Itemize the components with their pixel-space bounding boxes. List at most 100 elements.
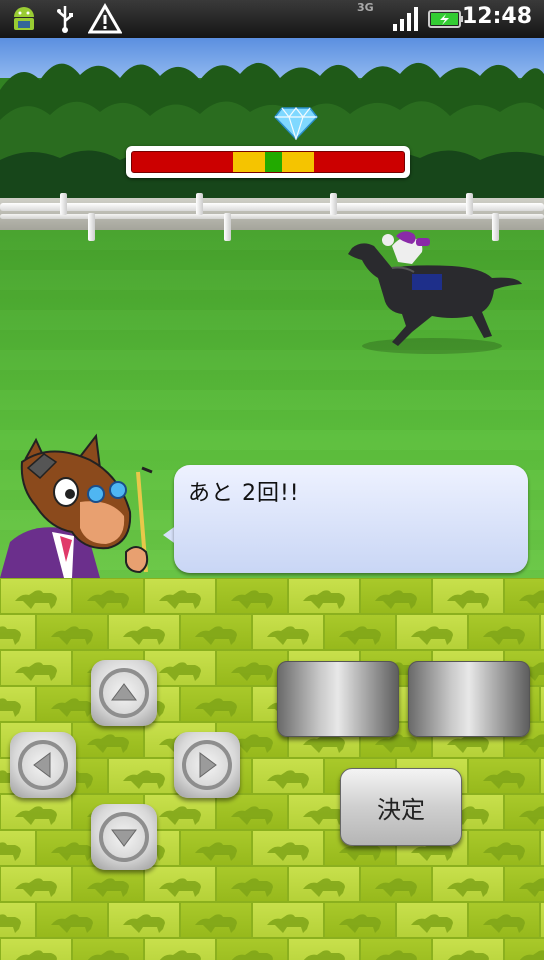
pattern-tile bbox=[324, 614, 396, 650]
pattern-tile bbox=[432, 938, 504, 960]
battery-icon bbox=[428, 10, 463, 28]
rail-post bbox=[88, 213, 95, 241]
pattern-tile bbox=[504, 938, 544, 960]
pattern-tile bbox=[72, 578, 144, 614]
pattern-tile bbox=[108, 614, 180, 650]
pattern-tile bbox=[216, 578, 288, 614]
meter-segment bbox=[232, 152, 266, 172]
pattern-tile bbox=[468, 830, 540, 866]
horse-mascot bbox=[0, 433, 153, 578]
pattern-tile bbox=[468, 758, 540, 794]
pattern-tile bbox=[0, 830, 36, 866]
pattern-tile bbox=[0, 650, 72, 686]
pattern-tile bbox=[540, 758, 544, 794]
pattern-tile bbox=[252, 758, 324, 794]
status-bar: 3G 12:48 bbox=[0, 0, 544, 38]
pattern-tile bbox=[396, 902, 468, 938]
pattern-tile bbox=[180, 830, 252, 866]
pattern-tile bbox=[144, 578, 216, 614]
pattern-tile bbox=[108, 758, 180, 794]
right-arrow-icon bbox=[199, 752, 217, 778]
pattern-tile bbox=[216, 938, 288, 960]
pattern-tile bbox=[36, 902, 108, 938]
pattern-tile bbox=[504, 578, 544, 614]
pattern-tile bbox=[324, 902, 396, 938]
pattern-tile bbox=[360, 578, 432, 614]
pattern-tile bbox=[540, 686, 544, 722]
pattern-tile bbox=[36, 614, 108, 650]
race-scene: あと 2回!! bbox=[0, 38, 544, 578]
pattern-tile bbox=[432, 866, 504, 902]
pattern-tile bbox=[252, 902, 324, 938]
pattern-tile bbox=[360, 866, 432, 902]
pattern-tile bbox=[504, 794, 544, 830]
pattern-tile bbox=[0, 866, 72, 902]
pattern-tile bbox=[144, 938, 216, 960]
confirm-button-label: 決定 bbox=[377, 795, 425, 824]
pattern-tile bbox=[180, 686, 252, 722]
rail-post bbox=[224, 213, 231, 241]
pattern-tile bbox=[0, 578, 72, 614]
warning-icon bbox=[88, 3, 122, 34]
down-arrow-icon bbox=[111, 829, 137, 847]
confirm-button[interactable]: 決定 bbox=[340, 768, 462, 846]
meter-segment bbox=[132, 152, 233, 172]
rail-post bbox=[196, 193, 203, 215]
pattern-tile bbox=[180, 902, 252, 938]
pattern-tile bbox=[432, 578, 504, 614]
pattern-tile bbox=[72, 866, 144, 902]
action-button-b[interactable] bbox=[408, 661, 530, 737]
dpad-left-button[interactable] bbox=[10, 732, 76, 798]
usb-icon bbox=[57, 6, 73, 33]
android-icon bbox=[14, 7, 34, 30]
signal-icon bbox=[393, 7, 418, 31]
pattern-tile bbox=[360, 938, 432, 960]
pattern-tile bbox=[288, 866, 360, 902]
pattern-tile bbox=[288, 938, 360, 960]
rail-lower bbox=[0, 214, 544, 219]
pattern-tile bbox=[0, 686, 36, 722]
pattern-tile bbox=[0, 902, 36, 938]
rail-top bbox=[0, 203, 544, 211]
action-button-a[interactable] bbox=[277, 661, 399, 737]
power-meter-bar bbox=[131, 151, 405, 173]
controller-panel bbox=[0, 578, 544, 960]
pattern-tile bbox=[144, 866, 216, 902]
meter-segment bbox=[281, 152, 315, 172]
pattern-tile bbox=[0, 938, 72, 960]
pattern-tile bbox=[540, 902, 544, 938]
clock: 12:48 bbox=[461, 4, 532, 29]
left-arrow-icon bbox=[33, 752, 51, 778]
meter-segment bbox=[314, 152, 404, 172]
up-arrow-icon bbox=[111, 683, 137, 701]
pattern-tile bbox=[468, 614, 540, 650]
pattern-tile bbox=[180, 614, 252, 650]
pattern-tile bbox=[72, 722, 144, 758]
dpad-right-button[interactable] bbox=[174, 732, 240, 798]
racehorse-with-jockey bbox=[348, 231, 522, 354]
pattern-tile bbox=[540, 830, 544, 866]
pattern-tile bbox=[108, 902, 180, 938]
pattern-tile bbox=[540, 614, 544, 650]
dpad-down-button[interactable] bbox=[91, 804, 157, 870]
rail-post bbox=[60, 193, 67, 215]
pattern-tile bbox=[504, 866, 544, 902]
power-meter bbox=[126, 146, 410, 178]
rail-post bbox=[330, 193, 337, 215]
network-type: 3G bbox=[357, 1, 374, 14]
dialogue-text: あと 2回!! bbox=[188, 481, 300, 506]
pattern-tile bbox=[216, 794, 288, 830]
rail-post bbox=[466, 193, 473, 215]
pattern-tile bbox=[468, 902, 540, 938]
pattern-tile bbox=[288, 578, 360, 614]
meter-segment bbox=[265, 152, 282, 172]
pattern-tile bbox=[396, 614, 468, 650]
speech-bubble: あと 2回!! bbox=[174, 465, 528, 573]
pattern-tile bbox=[216, 866, 288, 902]
pattern-tile bbox=[0, 794, 72, 830]
pattern-tile bbox=[0, 614, 36, 650]
pattern-tile bbox=[72, 938, 144, 960]
diamond-icon bbox=[274, 107, 318, 140]
pattern-tile bbox=[252, 614, 324, 650]
dpad-up-button[interactable] bbox=[91, 660, 157, 726]
